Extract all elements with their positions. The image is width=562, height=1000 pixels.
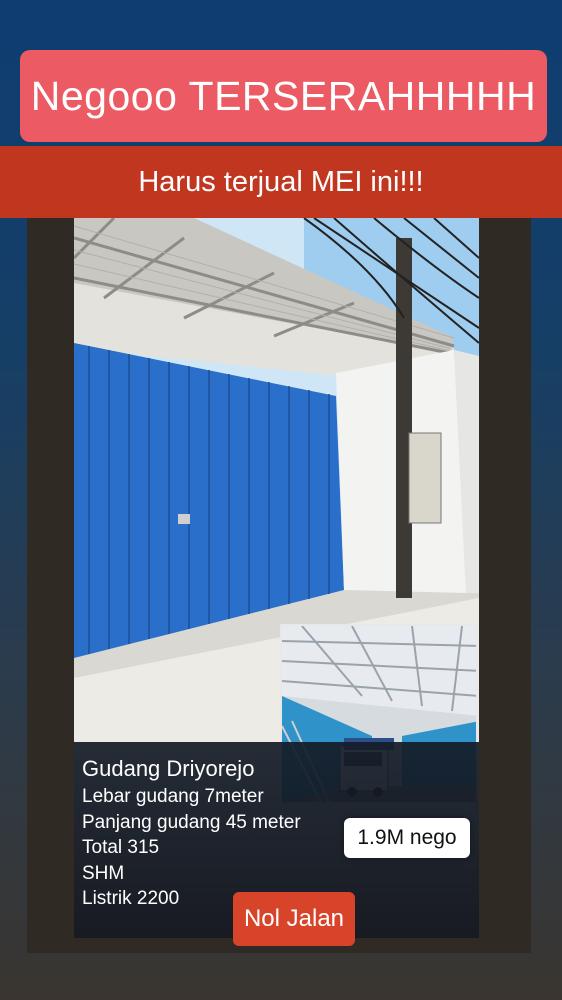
price-badge: 1.9M nego (344, 818, 470, 858)
detail-total: Total 315 (82, 837, 160, 858)
detail-certificate: SHM (82, 862, 125, 884)
access-badge: Nol Jalan (233, 892, 355, 946)
subheadline-text: Harus terjual MEI ini!!! (138, 165, 424, 198)
price-text: 1.9M nego (357, 826, 457, 849)
detail-width: Lebar gudang 7meter (82, 786, 264, 807)
listing-details: Gudang Driyorejo Lebar gudang 7meter Pan… (82, 754, 301, 912)
headline-text: Negooo TERSERAHHHHH (30, 72, 537, 119)
detail-length: Panjang gudang 45 meter (82, 811, 301, 833)
subheadline-banner: Harus terjual MEI ini!!! (0, 146, 562, 218)
listing-name: Gudang Driyorejo (82, 756, 255, 781)
headline-banner: Negooo TERSERAHHHHH (20, 50, 547, 142)
access-text: Nol Jalan (243, 905, 345, 932)
